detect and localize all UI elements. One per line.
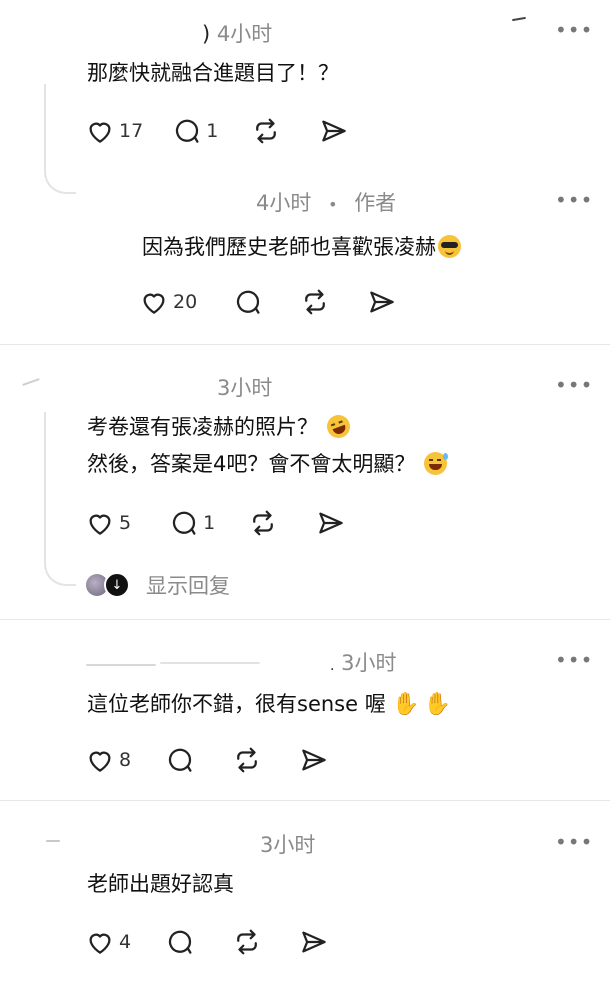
comment-meta: 4小时 • 作者 [256, 191, 397, 215]
more-icon[interactable]: ••• [555, 20, 592, 40]
share-icon [302, 749, 326, 771]
comment-text-line2: 然後，答案是4吧？會不會太明顯？ [87, 447, 449, 482]
comment-time: 3小时 [341, 651, 397, 675]
share-icon [319, 512, 343, 534]
comment-meta: ) 4小时 [202, 22, 273, 46]
reply-button[interactable] [233, 287, 263, 317]
comment-text-line1: 考卷還有張凌赫的照片？ [87, 410, 353, 445]
comment-text: 老師出題好認真 [87, 872, 234, 896]
action-bar: 17 1 [85, 116, 349, 146]
reply-count: 1 [206, 120, 219, 142]
like-count: 4 [119, 931, 132, 953]
reply-button[interactable]: 1 [169, 508, 215, 538]
scribble [160, 662, 260, 664]
heart-icon [89, 751, 111, 772]
comment-text: 因為我們歷史老師也喜歡張凌赫 [142, 230, 463, 265]
action-bar: 8 [85, 745, 329, 775]
scribble [22, 377, 40, 387]
author-badge: 作者 [354, 191, 397, 215]
comment-icon [173, 511, 196, 535]
reply-count: 1 [203, 512, 216, 534]
comment-text: 那麼快就融合進題目了！？ [87, 61, 339, 85]
comment-meta: . 3小时 [330, 651, 397, 675]
divider [0, 344, 610, 345]
scribble [511, 16, 527, 22]
share-icon [302, 931, 326, 953]
reply-button[interactable]: 1 [172, 116, 218, 146]
share-button[interactable] [367, 287, 397, 317]
comment-icon [169, 748, 192, 772]
more-icon[interactable]: ••• [555, 650, 592, 670]
reply-button[interactable] [165, 927, 195, 957]
like-button[interactable]: 17 [85, 116, 143, 146]
thread-line [44, 412, 76, 586]
share-button[interactable] [319, 116, 349, 146]
repost-button[interactable] [248, 508, 278, 538]
repost-button[interactable] [232, 745, 262, 775]
share-icon [322, 120, 347, 142]
comment-time: 4小时 [216, 22, 273, 46]
scribble [46, 840, 60, 842]
arrow-down-icon: ↓ [104, 572, 130, 598]
heart-icon [89, 514, 111, 535]
comment-time: 3小时 [217, 376, 273, 400]
share-icon [370, 291, 394, 313]
repost-button[interactable] [300, 287, 330, 317]
heart-icon [89, 122, 111, 143]
comment-time: 4小时 [256, 191, 312, 215]
show-replies-row[interactable]: ↓ 显示回复 [86, 570, 230, 600]
reply-button[interactable] [165, 745, 195, 775]
comment-text: 這位老師你不錯，很有sense 喔 ✋ ✋ [87, 692, 452, 717]
repost-icon [237, 747, 257, 773]
rofl-emoji-icon [323, 411, 353, 442]
more-icon[interactable]: ••• [555, 190, 592, 210]
share-button[interactable] [299, 745, 329, 775]
comment-time: 3小时 [260, 833, 316, 857]
pinching-hand-emoji-icon: ✋ [423, 692, 452, 717]
like-count: 17 [119, 120, 144, 142]
comment-icon [169, 930, 192, 954]
like-count: 5 [119, 512, 132, 534]
heart-icon [143, 293, 165, 314]
like-button[interactable]: 20 [139, 287, 197, 317]
comment-icon [176, 119, 199, 143]
share-button[interactable] [316, 508, 346, 538]
repost-button[interactable] [232, 927, 262, 957]
repost-icon [253, 510, 274, 536]
divider [0, 800, 610, 801]
action-bar: 20 [139, 287, 397, 317]
like-button[interactable]: 8 [85, 745, 131, 775]
scribble [86, 664, 156, 666]
repost-icon [305, 289, 326, 315]
repost-button[interactable] [251, 116, 281, 146]
sunglasses-emoji-icon [438, 235, 461, 258]
more-icon[interactable]: ••• [555, 375, 592, 395]
like-button[interactable]: 5 [85, 508, 131, 538]
sweat-smile-emoji-icon [424, 452, 449, 475]
thread-line [44, 84, 76, 194]
comment-icon [237, 290, 260, 314]
like-count: 8 [119, 749, 132, 771]
action-bar: 5 1 [85, 508, 346, 538]
repost-icon [256, 118, 277, 144]
show-replies-label: 显示回复 [146, 574, 230, 598]
heart-icon [89, 933, 111, 954]
like-button[interactable]: 4 [85, 927, 131, 957]
repost-icon [237, 929, 257, 955]
like-count: 20 [173, 291, 198, 313]
more-icon[interactable]: ••• [555, 832, 592, 852]
divider [0, 619, 610, 620]
pinching-hand-emoji-icon: ✋ [392, 692, 420, 717]
action-bar: 4 [85, 927, 329, 957]
share-button[interactable] [299, 927, 329, 957]
